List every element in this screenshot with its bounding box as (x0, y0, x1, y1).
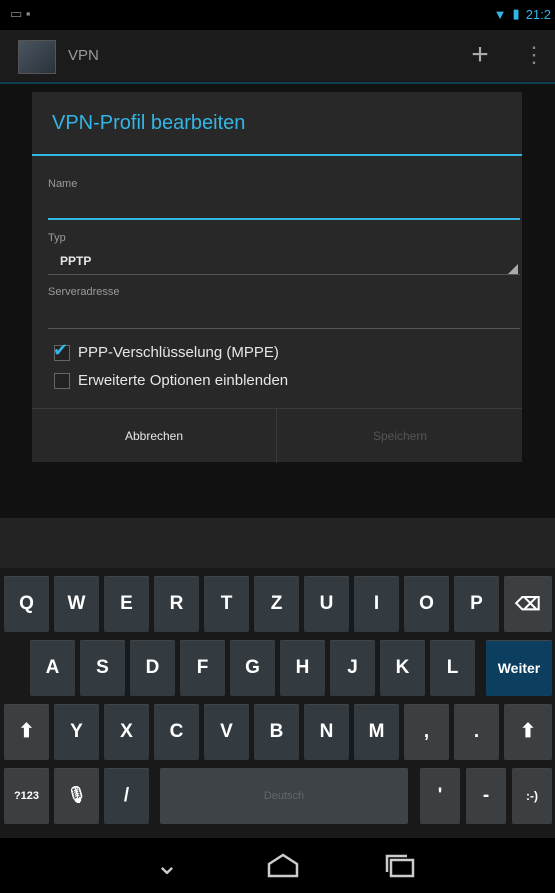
space-bar[interactable]: Deutsch (160, 768, 408, 824)
key-v[interactable]: V (204, 704, 249, 760)
action-bar: VPN + ⋮ (0, 30, 555, 84)
type-label: Typ (48, 232, 66, 244)
status-icons: ▼ ▮ 21:2 (494, 6, 551, 22)
mppe-checkbox[interactable] (53, 340, 70, 361)
name-label: Name (48, 178, 78, 190)
dialog-header: VPN-Profil bearbeiten (32, 92, 522, 156)
advanced-options-checkbox[interactable] (54, 372, 70, 389)
edit-vpn-profile-dialog: VPN-Profil bearbeiten Name Typ PPTP Serv… (32, 92, 522, 463)
key-x[interactable]: X (104, 704, 149, 760)
key-j[interactable]: J (330, 640, 375, 696)
overflow-menu-icon[interactable]: ⋮ (522, 36, 546, 76)
mppe-checkbox-row[interactable]: PPP-Verschlüsselung (MPPE) (53, 340, 279, 362)
key-d[interactable]: D (130, 640, 175, 696)
key-q[interactable]: Q (4, 576, 49, 632)
battery-icon: ▮ (512, 6, 520, 21)
recent-apps-button[interactable] (375, 846, 425, 884)
key-l[interactable]: L (430, 640, 475, 696)
key-e[interactable]: E (104, 576, 149, 632)
voice-input-key[interactable]: 🎙 (54, 768, 99, 824)
chevron-down-icon: ⌄ (155, 849, 179, 880)
key-c[interactable]: C (154, 704, 199, 760)
dialog-button-row: Abbrechen Speichern (32, 408, 522, 463)
status-bar: ▭ ▪ ▼ ▮ 21:2 (0, 0, 555, 30)
server-address-label: Serveradresse (48, 286, 120, 298)
microphone-icon: 🎙 (66, 787, 87, 804)
key-o[interactable]: O (404, 576, 449, 632)
key-g[interactable]: G (230, 640, 275, 696)
shift-key-left[interactable]: ⬆ (4, 704, 49, 760)
home-button[interactable] (258, 846, 308, 884)
type-select[interactable]: PPTP (60, 254, 91, 268)
key-apostrophe[interactable]: ' (420, 768, 460, 824)
symbols-key[interactable]: ?123 (4, 768, 49, 824)
shift-icon: ⬆ (18, 721, 35, 742)
key-m[interactable]: M (354, 704, 399, 760)
server-address-field[interactable] (48, 300, 520, 328)
soft-keyboard: Q W E R T Z U I O P ⌫ A S D F G H J K L … (0, 518, 555, 838)
mppe-label: PPP-Verschlüsselung (MPPE) (78, 344, 279, 361)
key-h[interactable]: H (280, 640, 325, 696)
key-k[interactable]: K (380, 640, 425, 696)
key-r[interactable]: R (154, 576, 199, 632)
cancel-button[interactable]: Abbrechen (32, 409, 277, 463)
vpn-app-icon[interactable] (18, 40, 56, 74)
shift-key-right[interactable]: ⬆ (504, 704, 552, 760)
key-n[interactable]: N (304, 704, 349, 760)
clock: 21:2 (525, 6, 551, 22)
key-i[interactable]: I (354, 576, 399, 632)
backspace-key[interactable]: ⌫ (504, 576, 552, 632)
key-t[interactable]: T (204, 576, 249, 632)
home-icon (267, 853, 299, 878)
notification-icons: ▭ ▪ (10, 6, 31, 21)
key-s[interactable]: S (80, 640, 125, 696)
advanced-options-label: Erweiterte Optionen einblenden (78, 372, 289, 389)
backspace-icon: ⌫ (515, 594, 541, 614)
dropdown-arrow-icon (508, 264, 518, 274)
dialog-title: VPN-Profil bearbeiten (52, 112, 246, 134)
key-z[interactable]: Z (254, 576, 299, 632)
key-period[interactable]: . (454, 704, 499, 760)
recent-apps-icon (385, 854, 415, 878)
key-slash[interactable]: / (104, 768, 149, 824)
navigation-bar: ⌄ (0, 838, 555, 892)
key-f[interactable]: F (180, 640, 225, 696)
advanced-options-checkbox-row[interactable]: Erweiterte Optionen einblenden (54, 372, 288, 389)
next-button[interactable]: Weiter (486, 640, 552, 696)
key-b[interactable]: B (254, 704, 299, 760)
wifi-icon: ▼ (493, 6, 507, 22)
key-w[interactable]: W (54, 576, 99, 632)
name-field[interactable] (48, 192, 520, 218)
back-button[interactable]: ⌄ (142, 846, 192, 884)
add-vpn-button[interactable]: + (460, 36, 500, 76)
page-title: VPN (68, 47, 99, 64)
key-u[interactable]: U (304, 576, 349, 632)
smiley-key[interactable]: :-) (512, 768, 552, 824)
key-a[interactable]: A (30, 640, 75, 696)
key-y[interactable]: Y (54, 704, 99, 760)
key-comma[interactable]: , (404, 704, 449, 760)
key-dash[interactable]: - (466, 768, 506, 824)
shift-icon: ⬆ (520, 721, 536, 742)
suggestion-strip (0, 518, 555, 568)
key-p[interactable]: P (454, 576, 499, 632)
save-button[interactable]: Speichern (278, 409, 522, 463)
server-field-underline (48, 328, 520, 329)
name-field-underline (48, 218, 520, 220)
type-select-underline (48, 274, 520, 275)
